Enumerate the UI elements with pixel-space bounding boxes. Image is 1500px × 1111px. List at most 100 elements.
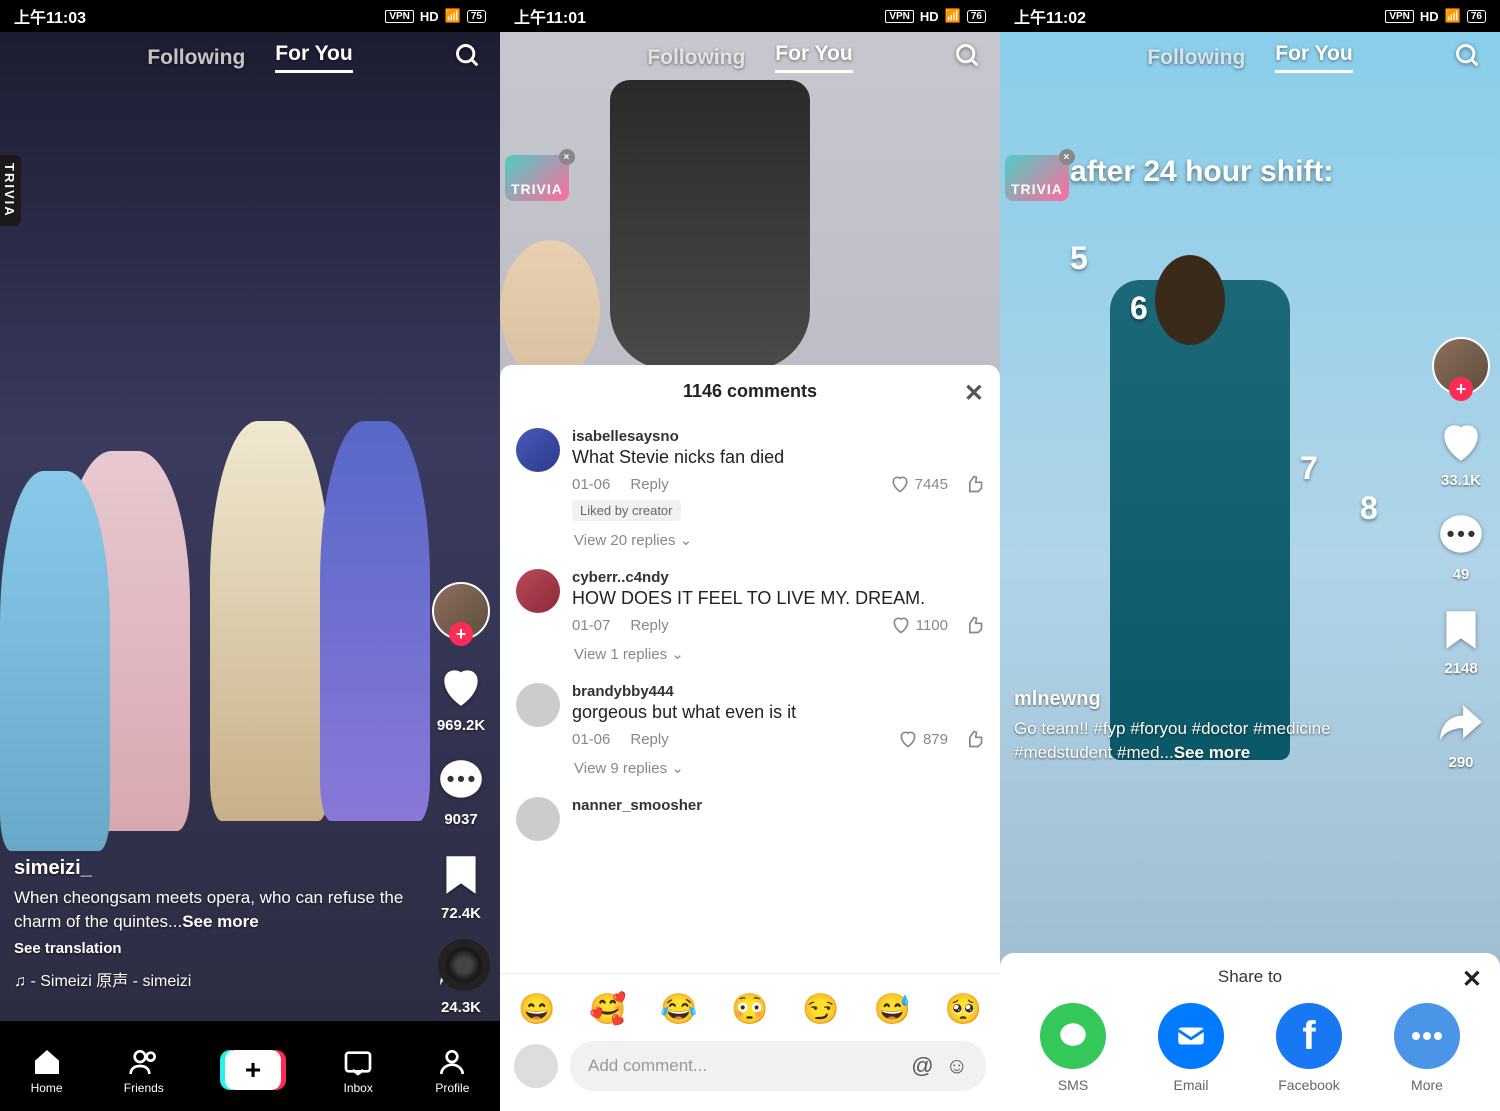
creator-username[interactable]: mlnewng xyxy=(1014,688,1410,711)
like-button[interactable]: 33.1K xyxy=(1436,417,1486,489)
commenter-username[interactable]: nanner_smoosher xyxy=(572,797,984,814)
sms-icon xyxy=(1040,1003,1106,1069)
reply-button[interactable]: Reply xyxy=(630,617,668,634)
tab-following[interactable]: Following xyxy=(1147,46,1245,70)
trivia-badge[interactable]: TRIVIA× xyxy=(1005,155,1069,201)
share-facebook[interactable]: f Facebook xyxy=(1276,1003,1342,1093)
heart-icon xyxy=(1436,417,1486,467)
emoji-quick-row: 😄 🥰 😂 😳 😏 😅 🥺 xyxy=(514,984,986,1041)
view-replies-link[interactable]: View 9 replies ⌄ xyxy=(574,759,984,777)
share-email[interactable]: Email xyxy=(1158,1003,1224,1093)
screen-1: 上午11:03 VPN HD 📶 75 Following For You TR… xyxy=(0,0,500,1111)
nav-inbox[interactable]: Inbox xyxy=(342,1046,374,1095)
like-button[interactable]: 969.2K xyxy=(436,662,486,734)
emoji-option[interactable]: 🥰 xyxy=(589,992,626,1027)
emoji-option[interactable]: 😄 xyxy=(518,992,555,1027)
share-sms[interactable]: SMS xyxy=(1040,1003,1106,1093)
commenter-avatar[interactable] xyxy=(516,683,560,727)
overlay-number: 7 xyxy=(1300,450,1318,487)
see-translation-link[interactable]: See translation xyxy=(14,940,420,957)
follow-plus-icon[interactable]: + xyxy=(449,622,473,646)
comments-header: 1146 comments ✕ xyxy=(500,365,1000,418)
nav-home[interactable]: Home xyxy=(31,1046,63,1095)
battery-icon: 76 xyxy=(967,10,986,23)
sound-info[interactable]: ♫ - Simeizi 原声 - simeizi xyxy=(14,967,420,991)
mention-icon[interactable]: @ xyxy=(911,1053,933,1079)
status-time: 上午11:03 xyxy=(14,4,86,28)
emoji-option[interactable]: 😏 xyxy=(802,992,839,1027)
share-more[interactable]: More xyxy=(1394,1003,1460,1093)
comment-like-button[interactable]: 7445 xyxy=(890,474,948,494)
commenter-username[interactable]: brandybby444 xyxy=(572,683,984,700)
reply-button[interactable]: Reply xyxy=(630,476,668,493)
save-button[interactable]: 2148 xyxy=(1436,605,1486,677)
trivia-badge[interactable]: TRIVIA× xyxy=(505,155,569,201)
comment-text: HOW DOES IT FEEL TO LIVE MY. DREAM. xyxy=(572,588,984,609)
dislike-icon[interactable] xyxy=(964,615,984,635)
close-share-button[interactable]: ✕ xyxy=(1462,965,1482,994)
comment-like-button[interactable]: 879 xyxy=(898,729,948,749)
tab-for-you[interactable]: For You xyxy=(275,42,352,73)
search-button[interactable] xyxy=(454,42,482,75)
like-count: 969.2K xyxy=(437,717,485,734)
commenter-username[interactable]: cyberr..c4ndy xyxy=(572,569,984,586)
search-button[interactable] xyxy=(954,42,982,75)
screen-3: 上午11:02 VPN HD 📶 76 Following For You TR… xyxy=(1000,0,1500,1111)
nav-friends[interactable]: Friends xyxy=(124,1046,164,1095)
reply-button[interactable]: Reply xyxy=(630,731,668,748)
search-button[interactable] xyxy=(1454,42,1482,75)
commenter-avatar[interactable] xyxy=(516,797,560,841)
comments-list[interactable]: isabellesaysno What Stevie nicks fan die… xyxy=(500,418,1000,973)
creator-username[interactable]: simeizi_ xyxy=(14,857,420,880)
commenter-avatar[interactable] xyxy=(516,569,560,613)
bottom-nav: Home Friends + Inbox Profile xyxy=(0,1021,500,1111)
view-replies-link[interactable]: View 20 replies ⌄ xyxy=(574,531,984,549)
creator-avatar[interactable]: + xyxy=(1432,337,1490,395)
sound-disc[interactable] xyxy=(438,939,490,991)
emoji-option[interactable]: 😳 xyxy=(731,992,768,1027)
emoji-option[interactable]: 🥺 xyxy=(945,992,982,1027)
follow-plus-icon[interactable]: + xyxy=(1449,377,1473,401)
share-button[interactable]: 290 xyxy=(1436,699,1486,771)
status-indicators: VPN HD 📶 75 xyxy=(385,8,486,24)
video-info: simeizi_ When cheongsam meets opera, who… xyxy=(14,857,420,991)
overlay-number: 8 xyxy=(1360,490,1378,527)
see-more-link[interactable]: See more xyxy=(182,912,259,931)
video-caption[interactable]: Go team!! #fyp #foryou #doctor #medicine… xyxy=(1014,717,1410,765)
share-title: Share to xyxy=(1218,967,1282,986)
wifi-icon: 📶 xyxy=(1445,8,1461,24)
share-count: 290 xyxy=(1448,754,1473,771)
comment-button[interactable]: 9037 xyxy=(436,756,486,828)
creator-avatar[interactable]: + xyxy=(432,582,490,640)
video-caption[interactable]: When cheongsam meets opera, who can refu… xyxy=(14,886,420,934)
emoji-picker-icon[interactable]: ☺ xyxy=(946,1053,968,1079)
comment-button[interactable]: 49 xyxy=(1436,511,1486,583)
tab-following[interactable]: Following xyxy=(647,46,745,70)
tab-for-you[interactable]: For You xyxy=(775,42,852,73)
close-icon[interactable]: × xyxy=(559,149,575,165)
commenter-avatar[interactable] xyxy=(516,428,560,472)
see-more-link[interactable]: See more xyxy=(1174,743,1251,762)
nav-create[interactable]: + xyxy=(225,1050,281,1090)
liked-by-creator-badge: Liked by creator xyxy=(572,500,681,521)
status-time: 上午11:02 xyxy=(1014,4,1086,28)
save-button[interactable]: 72.4K xyxy=(436,850,486,922)
dislike-icon[interactable] xyxy=(964,474,984,494)
emoji-option[interactable]: 😂 xyxy=(660,992,697,1027)
comment-text: What Stevie nicks fan died xyxy=(572,447,984,468)
commenter-username[interactable]: isabellesaysno xyxy=(572,428,984,445)
nav-profile[interactable]: Profile xyxy=(435,1046,469,1095)
view-replies-link[interactable]: View 1 replies ⌄ xyxy=(574,645,984,663)
trivia-badge-vertical[interactable]: TRIVIA xyxy=(0,155,21,226)
close-comments-button[interactable]: ✕ xyxy=(964,379,984,408)
comment-text: gorgeous but what even is it xyxy=(572,702,984,723)
comment-like-button[interactable]: 1100 xyxy=(891,615,948,635)
tab-for-you[interactable]: For You xyxy=(1275,42,1352,73)
emoji-option[interactable]: 😅 xyxy=(873,992,910,1027)
tab-following[interactable]: Following xyxy=(147,46,245,70)
comment-input[interactable]: Add comment... @☺ xyxy=(570,1041,986,1091)
dislike-icon[interactable] xyxy=(964,729,984,749)
close-icon[interactable]: × xyxy=(1059,149,1075,165)
comment-date: 01-07 xyxy=(572,617,610,634)
action-rail: + 33.1K 49 2148 290 xyxy=(1432,337,1490,771)
